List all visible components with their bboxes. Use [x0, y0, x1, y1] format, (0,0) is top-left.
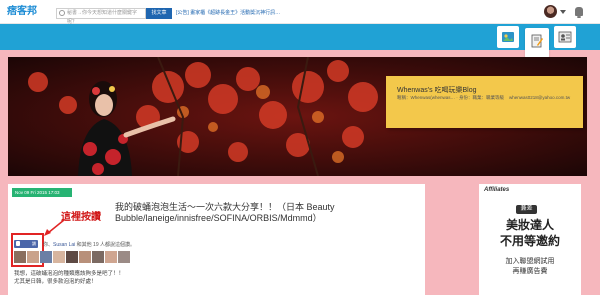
- blog-editor-icon: [531, 34, 543, 48]
- photo-album-icon: [502, 32, 514, 42]
- user-avatar[interactable]: [544, 5, 557, 18]
- announcement-ticker[interactable]: [公告] 畫家櫃《超跡長金王》活動獎沉神行訊…: [176, 8, 296, 19]
- liker-avatar[interactable]: [79, 251, 91, 263]
- ad-subline: 加入聯盟網試用: [505, 258, 555, 265]
- liker-avatar[interactable]: [92, 251, 104, 263]
- excerpt-line: 我想，這破蛹泡泡的種類應該夠多是吧了！！: [14, 271, 125, 277]
- ad-subline: 再賺廣告費: [512, 268, 548, 275]
- like-suffix: 和其他 19 人都說這個讚。: [75, 242, 135, 248]
- search-placeholder: 秘書→你今天想知道什麼關鍵字呢？: [67, 10, 138, 25]
- liker-avatar[interactable]: [105, 251, 117, 263]
- post-date-badge: Nov 09 Fri 2015 17:03: [12, 188, 72, 197]
- ad-headline: 美妝達人: [505, 218, 554, 232]
- affiliate-ad[interactable]: Affiliates 兼差 美妝達人 不用等邀約 加入聯盟網試用 再賺廣告費: [479, 184, 581, 295]
- post-title[interactable]: 我的破蛹泡泡生活～一次六款大分享！！（日本 Beauty Bubble/lane…: [115, 202, 350, 224]
- ad-brand: Affiliates: [484, 187, 510, 193]
- ad-headline: 不用等邀約: [499, 234, 560, 248]
- pixnet-logo[interactable]: 痞客邦: [7, 5, 40, 19]
- blog-title[interactable]: Whenwas's 吃喝玩樂Blog: [397, 85, 477, 95]
- search-button[interactable]: 找文章: [146, 8, 172, 19]
- annotation-label: 這裡按讚: [61, 212, 101, 223]
- thumbs-up-icon: [16, 241, 20, 246]
- liker-avatar[interactable]: [40, 251, 52, 263]
- chevron-down-icon[interactable]: [560, 10, 566, 14]
- tab-profile[interactable]: [554, 26, 576, 48]
- search-icon: [59, 10, 65, 16]
- notification-bell-icon[interactable]: [575, 7, 583, 18]
- post-excerpt: 我想，這破蛹泡泡的種類應該夠多是吧了！！ 尤其是日韓，很多款泡泡的好處！: [14, 270, 214, 286]
- liker-faces: [14, 251, 134, 263]
- tab-album[interactable]: [497, 26, 519, 48]
- search-input[interactable]: 秘書→你今天想知道什麼關鍵字呢？: [56, 8, 146, 25]
- like-summary: 你、Susan Lai 和其他 19 人都說這個讚。: [43, 241, 135, 248]
- liker-avatar[interactable]: [118, 251, 130, 263]
- liker-name[interactable]: Susan Lai: [53, 242, 75, 248]
- blog-owner-info: 暱稱：Whenwas(whenwas… · 身份：職業：職業等級: [397, 95, 505, 100]
- top-navigation-bar: 痞客邦 秘書→你今天想知道什麼關鍵字呢？ 找文章 [公告] 畫家櫃《超跡長金王》…: [0, 0, 600, 25]
- like-prefix: 你、: [43, 242, 54, 248]
- blog-email[interactable]: whenwas0218@yahoo.com.tw: [509, 95, 570, 100]
- ad-badge: 兼差: [516, 205, 537, 214]
- liker-avatar[interactable]: [66, 251, 78, 263]
- tab-blog[interactable]: [525, 28, 549, 58]
- liker-avatar[interactable]: [14, 251, 26, 263]
- blog-info-card: Whenwas's 吃喝玩樂Blog 暱稱：Whenwas(whenwas… ·…: [386, 76, 583, 128]
- liker-avatar[interactable]: [53, 251, 65, 263]
- profile-card-icon: [558, 31, 572, 43]
- liker-avatar[interactable]: [27, 251, 39, 263]
- excerpt-line: 尤其是日韓，很多款泡泡的好處！: [14, 279, 97, 285]
